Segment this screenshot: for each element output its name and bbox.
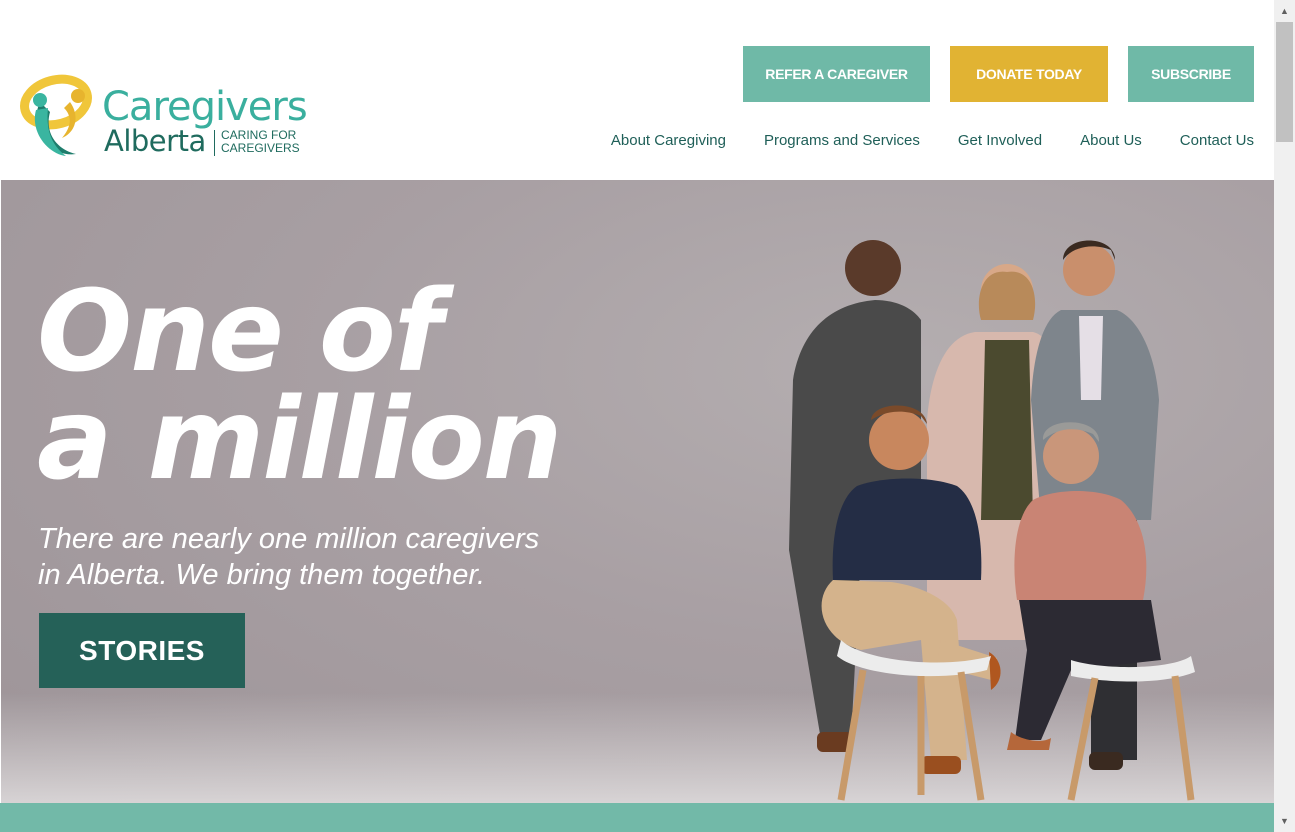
hero-banner: One of a million There are nearly one mi… xyxy=(1,180,1274,803)
main-nav: About Caregiving Programs and Services G… xyxy=(573,132,1254,152)
teal-section-band xyxy=(0,803,1274,832)
scroll-thumb[interactable] xyxy=(1276,22,1293,142)
hero-subline: There are nearly one million caregivers … xyxy=(38,521,658,593)
hero-subline-line2: in Alberta. We bring them together. xyxy=(38,559,486,591)
nav-contact-us[interactable]: Contact Us xyxy=(1180,132,1254,152)
nav-programs-services[interactable]: Programs and Services xyxy=(764,132,920,152)
site-header: Caregivers Alberta CARING FOR CAREGIVERS… xyxy=(0,0,1274,180)
scroll-up-arrow-icon[interactable]: ▲ xyxy=(1274,0,1295,22)
nav-about-us[interactable]: About Us xyxy=(1080,132,1142,152)
hero-headline-line2: a million xyxy=(37,375,563,505)
scroll-down-arrow-icon[interactable]: ▼ xyxy=(1274,810,1295,832)
stories-button[interactable]: STORIES xyxy=(39,613,245,688)
nav-get-involved[interactable]: Get Involved xyxy=(958,132,1042,152)
donate-today-button[interactable]: DONATE TODAY xyxy=(950,46,1108,102)
hero-subline-line1: There are nearly one million caregivers xyxy=(38,523,540,555)
site-logo[interactable]: Caregivers Alberta CARING FOR CAREGIVERS xyxy=(18,72,308,162)
vertical-scrollbar[interactable]: ▲ ▼ xyxy=(1274,0,1295,832)
logo-region: Alberta xyxy=(104,124,206,158)
subscribe-button[interactable]: SUBSCRIBE xyxy=(1128,46,1254,102)
chairs xyxy=(837,640,1195,801)
logo-tagline-line2: CAREGIVERS xyxy=(221,141,300,155)
hero-headline: One of a million xyxy=(37,267,563,505)
nav-about-caregiving[interactable]: About Caregiving xyxy=(611,132,726,152)
refer-caregiver-button[interactable]: REFER A CAREGIVER xyxy=(743,46,930,102)
hero-headline-line1: One of xyxy=(37,267,443,397)
hero-group-photo xyxy=(789,240,1195,801)
logo-divider xyxy=(214,130,215,156)
caregivers-logo-icon xyxy=(20,74,92,156)
logo-tagline: CARING FOR CAREGIVERS xyxy=(221,129,300,155)
